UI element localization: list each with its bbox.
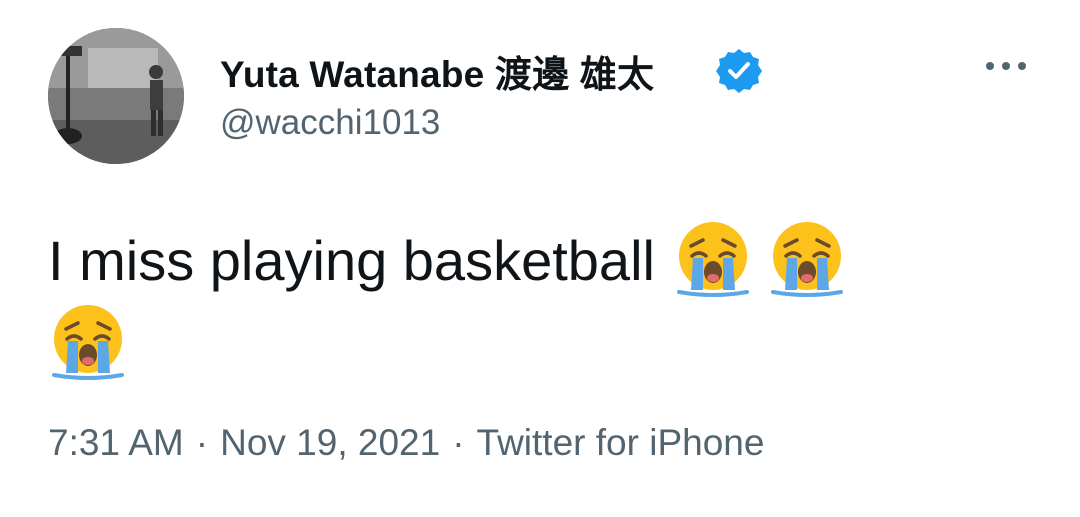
display-name[interactable]: Yuta Watanabe 渡邊 雄太 xyxy=(220,44,654,98)
loudly-crying-face-emoji-icon xyxy=(48,301,128,381)
tweet-text-line: I miss playing basketball xyxy=(48,218,1008,301)
tweet-metadata: 7:31 AM · Nov 19, 2021 · Twitter for iPhone xyxy=(48,422,764,464)
tweet-text: I miss playing basketball xyxy=(48,218,1008,384)
tweet-card: Yuta Watanabe 渡邊 雄太 @wacchi1013 I miss p… xyxy=(0,0,1080,517)
loudly-crying-face-emoji-icon xyxy=(767,218,847,298)
more-options-button[interactable] xyxy=(976,46,1036,86)
loudly-crying-face-emoji-icon xyxy=(673,218,753,298)
avatar[interactable] xyxy=(48,28,184,164)
tweet-source-link[interactable]: Twitter for iPhone xyxy=(477,422,765,463)
tweet-time[interactable]: 7:31 AM xyxy=(48,422,184,463)
tweet-text-line xyxy=(48,301,1008,384)
more-horizontal-icon xyxy=(986,62,1026,70)
avatar-photo xyxy=(48,28,184,164)
meta-separator: · xyxy=(452,422,465,463)
verified-badge-icon xyxy=(716,49,762,93)
meta-separator: · xyxy=(195,422,209,463)
tweet-date[interactable]: Nov 19, 2021 xyxy=(220,422,440,463)
tweet-body: I miss playing basketball xyxy=(48,229,655,292)
user-handle[interactable]: @wacchi1013 xyxy=(220,103,440,143)
